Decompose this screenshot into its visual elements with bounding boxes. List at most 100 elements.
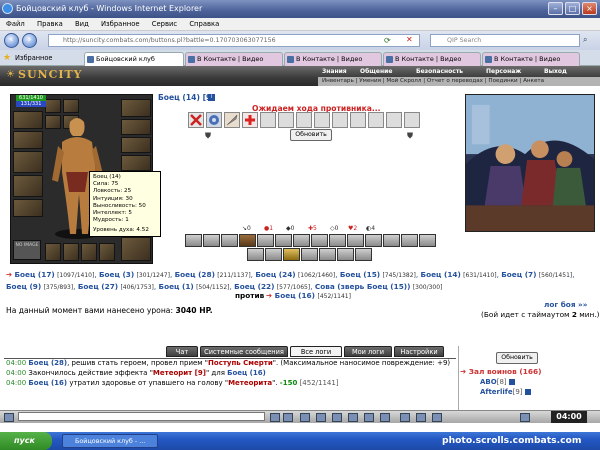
empty-action-slot-6[interactable]: [350, 112, 366, 128]
skill-slot[interactable]: [185, 234, 202, 247]
refresh-icon[interactable]: ⟳: [384, 36, 391, 45]
tab-vkontakte-2[interactable]: В Контакте | Видео: [284, 52, 382, 66]
warrior-entry[interactable]: Afterlife[9]: [480, 388, 542, 396]
tab-system-messages[interactable]: Системные сообщения: [200, 346, 288, 357]
skill-slot[interactable]: [337, 248, 354, 261]
fighter-link[interactable]: Боец (28): [175, 270, 215, 279]
empty-action-slot-8[interactable]: [386, 112, 402, 128]
skill-slot[interactable]: [329, 234, 346, 247]
skill-slot[interactable]: [265, 248, 282, 261]
search-icon[interactable]: ⌕: [583, 35, 587, 45]
skill-slot[interactable]: [383, 234, 400, 247]
chat-menu-icon[interactable]: [4, 413, 14, 422]
empty-action-slot-9[interactable]: [404, 112, 420, 128]
skill-slot[interactable]: [319, 248, 336, 261]
skill-slot[interactable]: [275, 234, 292, 247]
equip-slot-misc-1[interactable]: [45, 99, 61, 113]
tab-vkontakte-1[interactable]: В Контакте | Видео: [185, 52, 283, 66]
nav-character[interactable]: Персонаж: [486, 68, 521, 75]
menu-help[interactable]: Справка: [189, 20, 219, 28]
menu-favorites[interactable]: Избранное: [101, 20, 140, 28]
stop-icon[interactable]: ✕: [406, 35, 413, 44]
tab-vkontakte-4[interactable]: В Контакте | Видео: [482, 52, 580, 66]
empty-action-slot-5[interactable]: [332, 112, 348, 128]
equip-slot-scroll-4[interactable]: [99, 243, 115, 261]
info-icon[interactable]: i: [208, 94, 215, 101]
site-subnav[interactable]: Инвентарь | Умения | Мой Скролл | Отчет …: [318, 77, 600, 86]
nav-exit[interactable]: Выход: [544, 68, 567, 75]
equip-slot-scroll-1[interactable]: [45, 243, 61, 261]
player-name-label[interactable]: Боец (14) [9]: [158, 93, 215, 102]
menu-view[interactable]: Вид: [75, 20, 89, 28]
equip-slot-scroll-3[interactable]: [81, 243, 97, 261]
skill-slot[interactable]: [257, 234, 274, 247]
skill-slot[interactable]: [203, 234, 220, 247]
chat-people-icon[interactable]: [400, 413, 410, 422]
equip-slot-earring[interactable]: [121, 99, 151, 117]
chat-input[interactable]: [18, 412, 265, 421]
favorites-star-icon[interactable]: ★: [3, 53, 11, 63]
skill-slot[interactable]: [247, 248, 264, 261]
sword-skill-icon[interactable]: [224, 112, 240, 128]
search-input[interactable]: QIP Search: [430, 34, 580, 47]
tab-fight-club[interactable]: Бойцовский клуб: [84, 52, 184, 66]
minimize-button[interactable]: –: [548, 2, 563, 15]
info-icon[interactable]: [524, 389, 531, 395]
magic-skill-icon[interactable]: [206, 112, 222, 128]
nav-knowledge[interactable]: Знания: [322, 68, 347, 75]
favorites-label[interactable]: Избранное: [15, 54, 52, 62]
equip-slot-misc-2[interactable]: [63, 99, 79, 113]
fighter-link[interactable]: Боец (9): [6, 282, 41, 291]
fighter-link[interactable]: Боец (7): [501, 270, 536, 279]
tab-chat[interactable]: Чат: [166, 346, 198, 357]
chat-help-icon[interactable]: [432, 413, 442, 422]
skill-slot[interactable]: [293, 234, 310, 247]
chat-private-icon[interactable]: [332, 413, 342, 422]
opponent-link[interactable]: Боец (16): [275, 291, 315, 300]
warrior-entry[interactable]: ABO[8]: [480, 378, 542, 386]
skill-slot[interactable]: [239, 234, 256, 247]
skill-slot[interactable]: [401, 234, 418, 247]
empty-action-slot-3[interactable]: [296, 112, 312, 128]
skill-slot[interactable]: [301, 248, 318, 261]
equip-slot-weapon[interactable]: [13, 151, 43, 173]
tab-my-logs[interactable]: Мои логи: [344, 346, 392, 357]
skill-slot[interactable]: [311, 234, 328, 247]
equip-slot-scroll-2[interactable]: [63, 243, 79, 261]
heal-icon[interactable]: [242, 112, 258, 128]
chat-translit-icon[interactable]: [348, 413, 358, 422]
equip-slot-boots[interactable]: [121, 237, 151, 261]
skill-slot[interactable]: [221, 234, 238, 247]
refresh-online-button[interactable]: Обновить: [496, 352, 538, 364]
fighter-link[interactable]: Боец (24): [255, 270, 295, 279]
equip-slot-ring-1[interactable]: [121, 137, 151, 153]
nav-security[interactable]: Безопасность: [416, 68, 463, 75]
maximize-button[interactable]: □: [565, 2, 580, 15]
fighter-link[interactable]: Боец (22): [234, 282, 274, 291]
menu-edit[interactable]: Правка: [37, 20, 63, 28]
chat-refresh-icon[interactable]: [380, 413, 390, 422]
fighter-link[interactable]: Боец (14): [421, 270, 461, 279]
menu-tools[interactable]: Сервис: [152, 20, 177, 28]
tab-all-logs[interactable]: Все логи: [290, 346, 342, 357]
fighter-link[interactable]: Боец (27): [78, 282, 118, 291]
skill-slot[interactable]: [355, 248, 372, 261]
url-field[interactable]: http://suncity.combats.com/buttons.pl?ba…: [48, 34, 420, 47]
chat-send-icon[interactable]: [270, 413, 280, 422]
empty-action-slot-7[interactable]: [368, 112, 384, 128]
forward-button[interactable]: ›: [22, 33, 37, 48]
fighter-link[interactable]: Боец (1): [159, 282, 194, 291]
equip-slot-armor[interactable]: [13, 175, 43, 197]
tab-settings[interactable]: Настройки: [394, 346, 444, 357]
tab-vkontakte-3[interactable]: В Контакте | Видео: [383, 52, 481, 66]
attack-strike-icon[interactable]: [188, 112, 204, 128]
start-button[interactable]: пуск: [0, 432, 52, 450]
equip-slot-belt[interactable]: [13, 199, 43, 217]
skill-slot[interactable]: [365, 234, 382, 247]
fighter-link[interactable]: Боец (15): [340, 270, 380, 279]
refresh-battle-button[interactable]: Обновить: [290, 129, 332, 141]
chat-color-icon[interactable]: [364, 413, 374, 422]
equip-slot-gloves[interactable]: [121, 119, 151, 135]
nav-communication[interactable]: Общение: [360, 68, 392, 75]
equip-slot-helmet[interactable]: [13, 111, 43, 129]
